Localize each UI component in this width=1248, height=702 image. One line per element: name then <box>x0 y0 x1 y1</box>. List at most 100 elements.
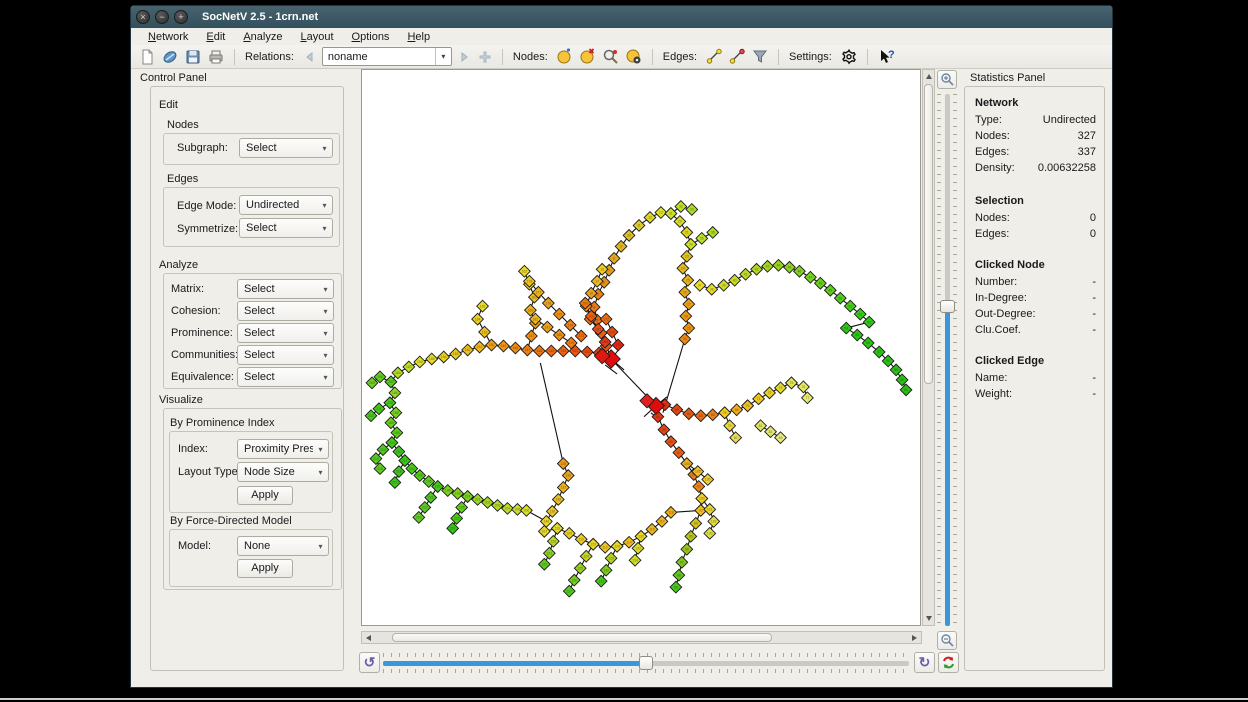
svg-text:71: 71 <box>757 397 761 401</box>
stat-row: In-Degree:- <box>975 292 1096 308</box>
chevron-down-icon[interactable]: ▾ <box>435 48 451 65</box>
communities-select[interactable]: Select▾ <box>237 345 334 365</box>
scroll-right-icon[interactable] <box>912 635 917 641</box>
svg-text:77: 77 <box>806 396 810 400</box>
relation-combobox[interactable]: noname ▾ <box>322 47 452 66</box>
print-icon[interactable] <box>206 47 226 67</box>
svg-text:76: 76 <box>802 385 806 389</box>
rotate-left-button[interactable]: ↺ <box>359 652 380 673</box>
menu-network[interactable]: Network <box>139 30 197 44</box>
rotate-slider[interactable] <box>383 653 909 673</box>
svg-text:72: 72 <box>768 391 772 395</box>
add-relation-icon[interactable] <box>476 48 494 66</box>
matrix-select[interactable]: Select▾ <box>237 279 334 299</box>
svg-text:25: 25 <box>686 278 690 282</box>
node-properties-icon[interactable] <box>624 47 644 67</box>
layout-type-select[interactable]: Node Size▾ <box>237 462 329 482</box>
zoom-slider-handle[interactable] <box>940 300 955 313</box>
equivalence-select[interactable]: Select▾ <box>237 367 334 387</box>
add-node-icon[interactable] <box>555 47 575 67</box>
svg-text:39: 39 <box>722 283 726 287</box>
title-bar[interactable]: × − + SocNetV 2.5 - 1crn.net <box>131 6 1112 28</box>
svg-text:192: 192 <box>396 450 402 454</box>
settings-label: Settings: <box>789 51 832 63</box>
close-button[interactable]: × <box>136 10 150 24</box>
menu-edit[interactable]: Edit <box>197 30 234 44</box>
svg-text:140: 140 <box>544 520 550 524</box>
horizontal-scrollbar[interactable] <box>361 631 922 644</box>
maximize-button[interactable]: + <box>174 10 188 24</box>
remove-edge-icon[interactable] <box>727 47 747 67</box>
svg-text:150: 150 <box>489 343 495 347</box>
svg-text:203: 203 <box>495 504 501 508</box>
statistics-panel-title: Statistics Panel <box>970 72 1045 84</box>
svg-text:11: 11 <box>637 224 641 228</box>
force-apply-button[interactable]: Apply <box>237 559 293 578</box>
context-help-icon[interactable]: ? <box>876 47 896 67</box>
add-edge-icon[interactable] <box>704 47 724 67</box>
svg-text:44: 44 <box>777 263 781 267</box>
svg-text:3: 3 <box>596 318 598 322</box>
vertical-scrollbar[interactable] <box>922 69 935 626</box>
svg-text:119: 119 <box>555 527 561 531</box>
zoom-slider[interactable] <box>937 94 957 626</box>
scroll-up-icon[interactable] <box>926 74 932 79</box>
section-title: Selection <box>975 195 1096 207</box>
section-title: Clicked Node <box>975 259 1096 271</box>
model-select[interactable]: None▾ <box>237 536 329 556</box>
svg-text:84: 84 <box>656 415 660 419</box>
find-node-icon[interactable] <box>601 47 621 67</box>
remove-node-icon[interactable] <box>578 47 598 67</box>
rotate-right-button[interactable]: ↻ <box>914 652 935 673</box>
open-file-icon[interactable] <box>160 47 180 67</box>
menu-layout[interactable]: Layout <box>291 30 342 44</box>
svg-text:225: 225 <box>459 506 465 510</box>
graph-canvas[interactable]: 1234567891011121314151617181920212223242… <box>361 69 921 626</box>
svg-text:153: 153 <box>453 352 459 356</box>
new-file-icon[interactable] <box>137 47 157 67</box>
subgraph-select[interactable]: Select▾ <box>239 138 333 158</box>
stat-row: Edges:337 <box>975 146 1096 162</box>
settings-gear-icon[interactable] <box>839 47 859 67</box>
svg-text:135: 135 <box>560 462 566 466</box>
svg-text:122: 122 <box>542 562 548 566</box>
svg-text:34: 34 <box>689 243 693 247</box>
svg-text:205: 205 <box>515 508 521 512</box>
index-select[interactable]: Proximity Pres▾ <box>237 439 329 459</box>
svg-text:171: 171 <box>609 330 615 334</box>
edge-mode-select[interactable]: Undirected▾ <box>239 195 333 215</box>
zoom-out-button[interactable] <box>937 631 957 650</box>
svg-text:196: 196 <box>426 480 432 484</box>
save-file-icon[interactable] <box>183 47 203 67</box>
rotate-slider-handle[interactable] <box>639 656 653 670</box>
layout-type-label: Layout Type: <box>178 466 241 478</box>
scroll-left-icon[interactable] <box>366 635 371 641</box>
svg-text:59: 59 <box>894 368 898 372</box>
svg-text:220: 220 <box>435 485 441 489</box>
svg-text:164: 164 <box>475 317 481 321</box>
menu-options[interactable]: Options <box>343 30 399 44</box>
minimize-button[interactable]: − <box>155 10 169 24</box>
previous-relation-icon[interactable] <box>301 48 319 66</box>
svg-text:49: 49 <box>828 288 832 292</box>
menu-help[interactable]: Help <box>398 30 439 44</box>
symmetrize-select[interactable]: Select▾ <box>239 218 333 238</box>
svg-text:93: 93 <box>699 509 703 513</box>
reset-view-button[interactable] <box>938 652 959 673</box>
zoom-in-button[interactable] <box>937 70 957 89</box>
svg-text:175: 175 <box>556 312 562 316</box>
next-relation-icon[interactable] <box>455 48 473 66</box>
svg-text:46: 46 <box>798 269 802 273</box>
prominence-apply-button[interactable]: Apply <box>237 486 293 505</box>
scroll-down-icon[interactable] <box>926 616 932 621</box>
prominence-select[interactable]: Select▾ <box>237 323 334 343</box>
svg-text:97: 97 <box>680 560 684 564</box>
svg-text:29: 29 <box>687 326 691 330</box>
menu-analyze[interactable]: Analyze <box>234 30 291 44</box>
filter-edges-icon[interactable] <box>750 47 770 67</box>
horizontal-scroll-thumb[interactable] <box>392 633 772 642</box>
stat-row: Name:- <box>975 372 1096 388</box>
svg-text:100: 100 <box>699 497 705 501</box>
cohesion-select[interactable]: Select▾ <box>237 301 334 321</box>
vertical-scroll-thumb[interactable] <box>924 84 933 384</box>
